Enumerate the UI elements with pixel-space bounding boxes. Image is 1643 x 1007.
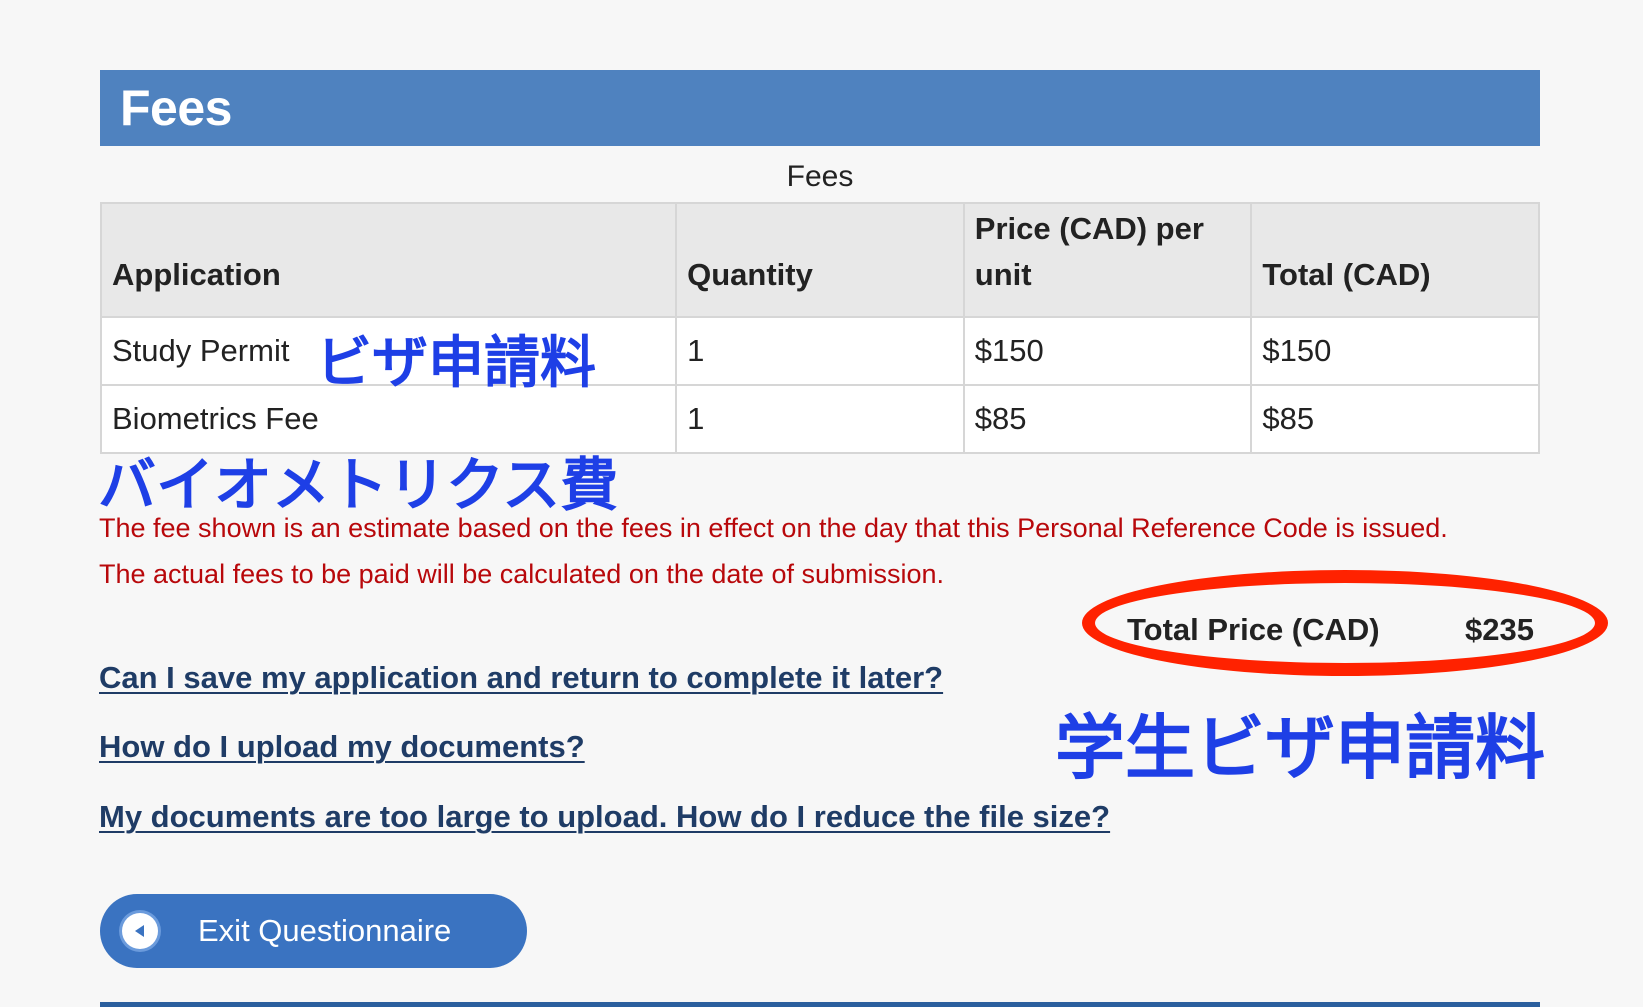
faq-link-reduce-file-size[interactable]: My documents are too large to upload. Ho… bbox=[99, 799, 1110, 835]
highlight-ellipse bbox=[1082, 570, 1608, 676]
cell-quantity: 1 bbox=[675, 316, 965, 386]
header-quantity: Quantity bbox=[675, 202, 965, 318]
exit-questionnaire-label: Exit Questionnaire bbox=[198, 913, 452, 948]
table-caption: Fees bbox=[786, 160, 854, 193]
annotation-student-visa-fee: 学生ビザ申請料 bbox=[1055, 707, 1545, 789]
cell-price-per-unit: $85 bbox=[962, 384, 1253, 454]
faq-link-save-application[interactable]: Can I save my application and return to … bbox=[99, 660, 943, 696]
annotation-visa-fee: ビザ申請料 bbox=[316, 331, 596, 396]
notice-line-1: The fee shown is an estimate based on th… bbox=[99, 513, 1448, 543]
header-total: Total (CAD) bbox=[1250, 202, 1540, 318]
cell-quantity: 1 bbox=[675, 384, 965, 454]
panel-title: Fees bbox=[120, 80, 232, 136]
arrow-left-circle-icon bbox=[122, 913, 158, 949]
cell-total: $150 bbox=[1250, 316, 1540, 386]
bottom-divider bbox=[100, 1002, 1540, 1007]
header-price-per-unit: Price (CAD) per unit bbox=[962, 202, 1253, 318]
faq-link-upload-documents[interactable]: How do I upload my documents? bbox=[99, 729, 585, 765]
cell-total: $85 bbox=[1250, 384, 1540, 454]
cell-price-per-unit: $150 bbox=[962, 316, 1253, 386]
exit-questionnaire-button[interactable]: Exit Questionnaire bbox=[100, 894, 527, 968]
header-application: Application bbox=[99, 202, 678, 318]
fees-panel-header: Fees bbox=[100, 70, 1540, 146]
table-header-row: Application Quantity Price (CAD) per uni… bbox=[99, 202, 1540, 318]
